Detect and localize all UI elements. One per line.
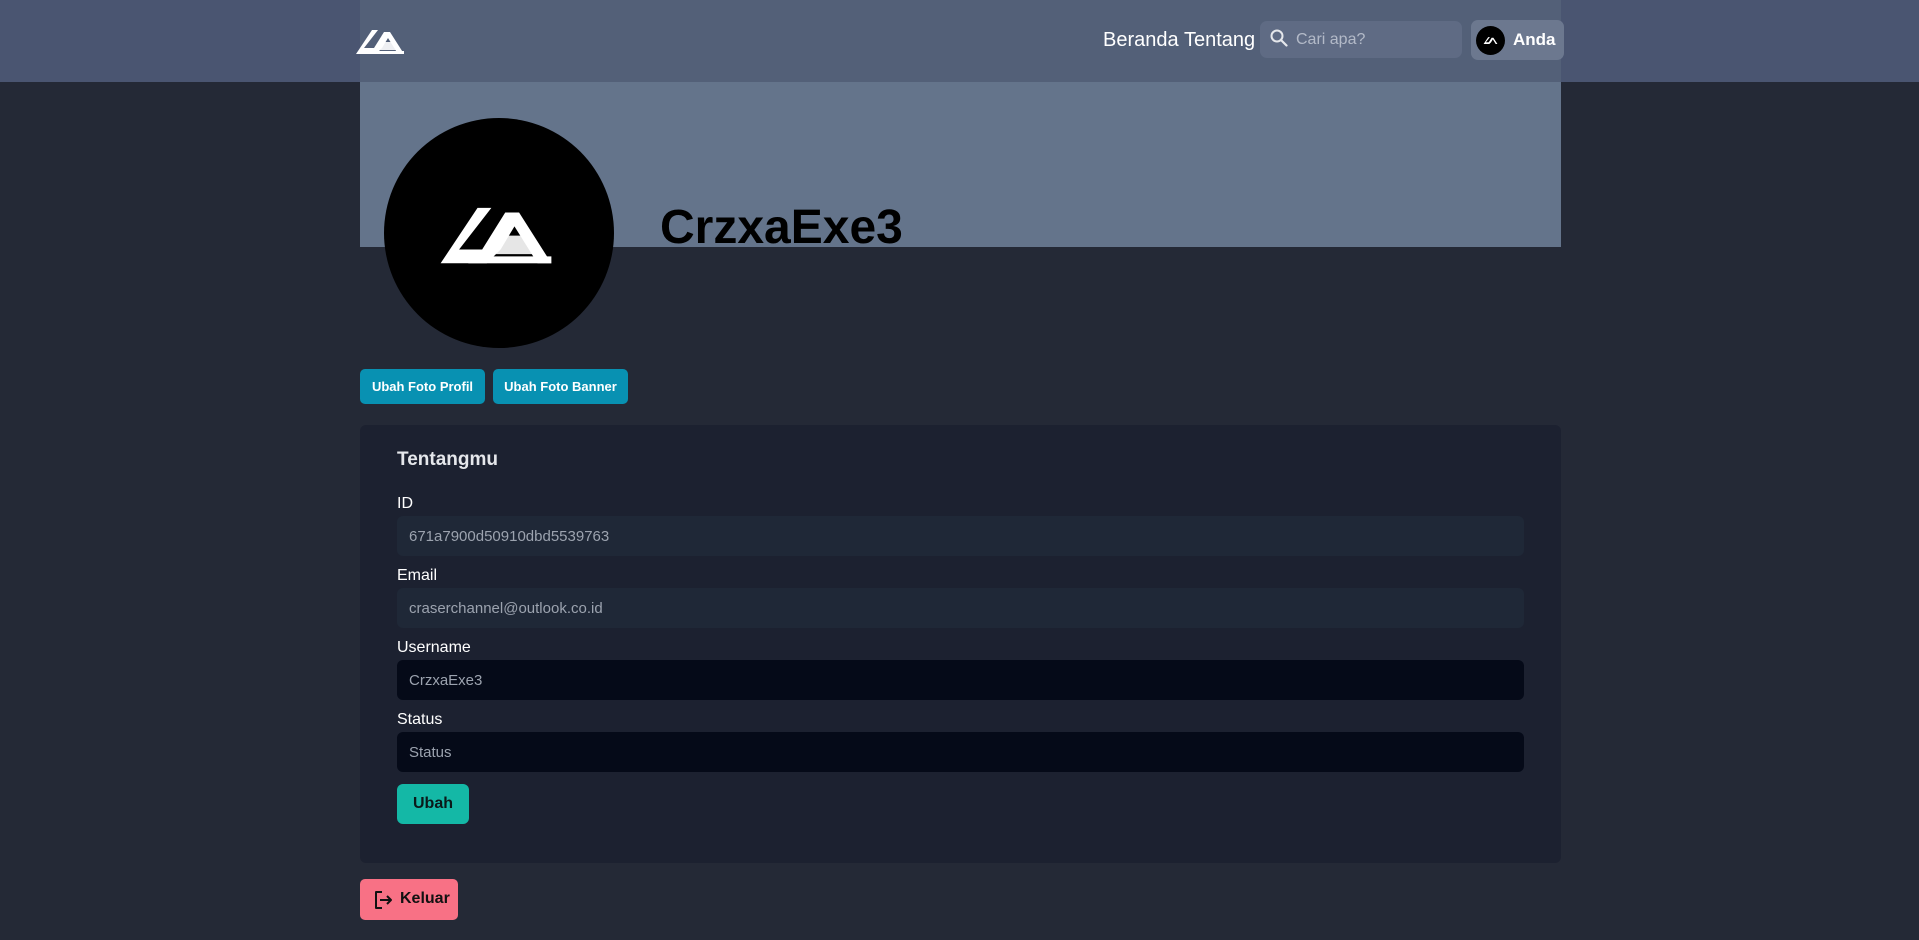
card-title: Tentangmu (397, 449, 498, 470)
email-label: Email (397, 567, 438, 584)
change-banner-photo-button[interactable]: Ubah Foto Banner (493, 369, 628, 404)
profile-username-title: CrzxaExe3 (660, 201, 903, 254)
brand-logo-icon[interactable] (354, 24, 406, 56)
logout-icon (375, 891, 392, 909)
username-field[interactable] (397, 660, 1524, 700)
logout-button[interactable]: Keluar (360, 879, 458, 920)
username-label: Username (397, 639, 471, 656)
brand-logo-icon (440, 207, 552, 264)
search-icon (1270, 29, 1288, 47)
id-field (397, 516, 1524, 556)
profile-picture (384, 118, 614, 348)
nav-link-beranda[interactable]: Beranda (1103, 28, 1179, 52)
email-field (397, 588, 1524, 628)
avatar (1476, 26, 1505, 55)
logout-label: Keluar (400, 890, 450, 907)
search-input[interactable] (1296, 21, 1456, 58)
user-menu-label: Anda (1513, 30, 1556, 49)
user-menu-button[interactable]: Anda (1471, 20, 1564, 60)
change-profile-photo-button[interactable]: Ubah Foto Profil (360, 369, 485, 404)
id-label: ID (397, 495, 413, 512)
save-button[interactable]: Ubah (397, 784, 469, 824)
status-field[interactable] (397, 732, 1524, 772)
about-card: Tentangmu ID Email Username Status Ubah (360, 425, 1561, 863)
brand-logo-icon (1483, 37, 1498, 45)
nav-link-tentang[interactable]: Tentang (1184, 28, 1255, 52)
search-box[interactable] (1260, 21, 1462, 58)
status-label: Status (397, 711, 443, 728)
